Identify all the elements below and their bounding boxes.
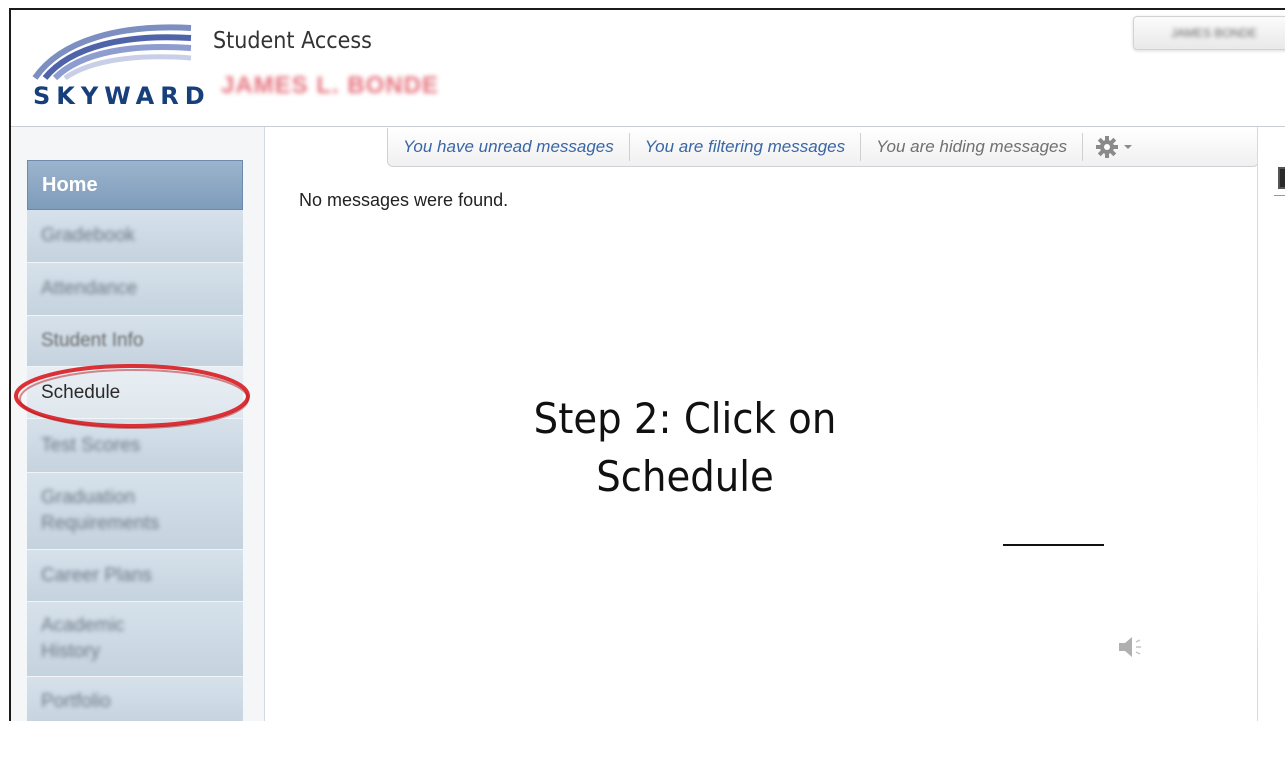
gear-icon bbox=[1096, 136, 1119, 158]
sidebar-item-label: Attendance bbox=[41, 278, 138, 299]
account-button[interactable]: JAMES BONDE bbox=[1133, 16, 1285, 50]
settings-menu-button[interactable] bbox=[1083, 135, 1145, 159]
underline-divider bbox=[1003, 544, 1104, 546]
sidebar-item-label: Graduation Requirements bbox=[41, 487, 160, 534]
divider bbox=[1274, 195, 1285, 196]
sidebar-item-gradebook[interactable]: Gradebook bbox=[27, 210, 243, 263]
tab-filtering-messages[interactable]: You are filtering messages bbox=[630, 133, 862, 161]
sidebar-item-label: Portfolio bbox=[41, 690, 111, 712]
step-instruction: Step 2: Click on Schedule bbox=[478, 390, 892, 506]
sidebar-nav: Home Gradebook Attendance Student Info S… bbox=[27, 160, 243, 721]
sidebar-item-academic-history[interactable]: Academic History bbox=[27, 602, 243, 677]
sidebar-item-attendance[interactable]: Attendance bbox=[27, 263, 243, 316]
sidebar-item-label: Career Plans bbox=[41, 564, 152, 586]
sidebar-item-home[interactable]: Home bbox=[27, 160, 243, 210]
skyward-logo[interactable]: SKYWARD bbox=[31, 20, 209, 116]
step-line-1: Step 2: Click on bbox=[533, 394, 837, 443]
tab-hiding-messages[interactable]: You are hiding messages bbox=[861, 133, 1084, 161]
calendar-icon[interactable] bbox=[1278, 167, 1285, 189]
header: SKYWARD Student Access JAMES L. BONDE JA… bbox=[11, 10, 1285, 127]
sidebar-item-career-plans[interactable]: Career Plans bbox=[27, 550, 243, 602]
message-tabs: You have unread messages You are filteri… bbox=[387, 128, 1259, 167]
sidebar-item-label: Student Info bbox=[41, 330, 144, 351]
app-title: Student Access bbox=[213, 28, 372, 54]
sidebar-item-label: Gradebook bbox=[41, 225, 136, 246]
empty-messages-text: No messages were found. bbox=[299, 190, 509, 210]
account-label: JAMES BONDE bbox=[1170, 26, 1257, 40]
logo-swoosh-icon bbox=[32, 24, 192, 81]
sidebar-item-label: Home bbox=[42, 173, 98, 196]
sidebar-item-graduation-requirements[interactable]: Graduation Requirements bbox=[27, 473, 243, 550]
tab-unread-messages[interactable]: You have unread messages bbox=[388, 133, 630, 161]
brand-wordmark: SKYWARD bbox=[33, 82, 211, 110]
highlight-circle bbox=[14, 364, 250, 429]
step-line-2: Schedule bbox=[596, 452, 774, 501]
sidebar-item-label: Academic History bbox=[41, 615, 125, 662]
speaker-icon[interactable] bbox=[1117, 632, 1149, 662]
sidebar-item-portfolio[interactable]: Portfolio bbox=[27, 677, 243, 721]
chevron-down-icon bbox=[1124, 145, 1133, 149]
student-name: JAMES L. BONDE bbox=[221, 72, 440, 99]
